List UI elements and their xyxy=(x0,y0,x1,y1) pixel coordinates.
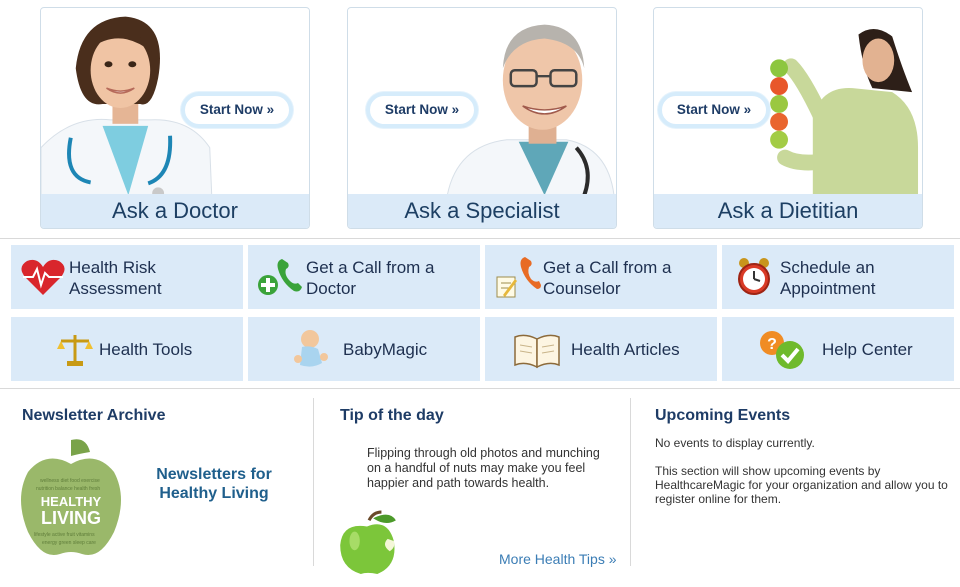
tile-label: Health Articles xyxy=(571,340,680,359)
svg-text:energy green sleep care: energy green sleep care xyxy=(42,540,96,546)
heart-ecg-icon xyxy=(21,259,65,295)
newsletters-link[interactable]: Newsletters for Healthy Living xyxy=(150,465,278,503)
tip-title: Tip of the day xyxy=(340,407,444,424)
events-empty-text: No events to display currently. xyxy=(655,436,815,450)
ask-doctor-start-button[interactable]: Start Now » xyxy=(181,92,293,128)
column-divider xyxy=(630,398,631,566)
tile-label: Get a Call from a Counselor xyxy=(543,258,672,298)
more-health-tips-link[interactable]: More Health Tips » xyxy=(499,551,617,567)
phone-notepad-icon xyxy=(496,257,541,298)
tile-health-risk-assessment[interactable]: Health Risk Assessment xyxy=(11,245,243,309)
tile-call-counselor[interactable]: Get a Call from a Counselor xyxy=(485,245,717,309)
ask-specialist-start-button[interactable]: Start Now » xyxy=(366,92,478,128)
ask-specialist-card[interactable]: Start Now » Ask a Specialist xyxy=(347,7,617,229)
svg-text:lifestyle active fruit vitamin: lifestyle active fruit vitamins xyxy=(34,532,95,538)
section-divider xyxy=(0,238,960,239)
ask-cards: Start Now » Ask a Doctor Start Now » Ask… xyxy=(0,0,960,238)
question-check-icon: ? xyxy=(760,331,804,369)
phone-plus-icon xyxy=(258,259,302,295)
tile-call-doctor[interactable]: Get a Call from a Doctor xyxy=(248,245,480,309)
svg-text:LIVING: LIVING xyxy=(41,508,101,528)
tile-label: Schedule an Appointment xyxy=(780,258,876,298)
ask-dietitian-title: Ask a Dietitian xyxy=(654,194,922,228)
scales-icon xyxy=(57,335,93,366)
tip-text: Flipping through old photos and munching… xyxy=(367,446,600,490)
apple-text: HEALTHY xyxy=(41,494,102,509)
alarm-clock-icon xyxy=(738,258,770,295)
tile-label: BabyMagic xyxy=(343,340,428,359)
svg-text:?: ? xyxy=(767,336,777,353)
ask-doctor-title: Ask a Doctor xyxy=(41,194,309,228)
events-description: This section will show upcoming events b… xyxy=(655,464,948,506)
events-title: Upcoming Events xyxy=(655,407,791,424)
svg-text:nutrition balance health fresh: nutrition balance health fresh xyxy=(36,486,100,492)
tile-babymagic[interactable]: BabyMagic xyxy=(248,317,480,381)
tile-label: Help Center xyxy=(822,340,913,359)
tile-health-tools[interactable]: Health Tools xyxy=(11,317,243,381)
ask-dietitian-start-button[interactable]: Start Now » xyxy=(658,92,770,128)
svg-text:wellness diet food exercise: wellness diet food exercise xyxy=(40,478,100,484)
tile-schedule-appointment[interactable]: Schedule an Appointment xyxy=(722,245,954,309)
green-apple-image xyxy=(340,510,396,574)
tile-help-center[interactable]: ? Help Center xyxy=(722,317,954,381)
tile-label: Get a Call from a Doctor xyxy=(306,258,435,298)
tile-label: Health Risk Assessment xyxy=(69,258,162,298)
healthy-living-apple-image: HEALTHY LIVING wellness diet food exerci… xyxy=(21,439,121,556)
open-book-icon xyxy=(514,334,560,369)
baby-icon xyxy=(294,330,328,367)
tile-label: Health Tools xyxy=(99,340,193,359)
column-divider xyxy=(313,398,314,566)
section-divider xyxy=(0,388,960,389)
ask-doctor-card[interactable]: Start Now » Ask a Doctor xyxy=(40,7,310,229)
tile-health-articles[interactable]: Health Articles xyxy=(485,317,717,381)
ask-dietitian-card[interactable]: Start Now » Ask a Dietitian xyxy=(653,7,923,229)
newsletter-title: Newsletter Archive xyxy=(22,407,166,424)
ask-specialist-title: Ask a Specialist xyxy=(348,194,616,228)
